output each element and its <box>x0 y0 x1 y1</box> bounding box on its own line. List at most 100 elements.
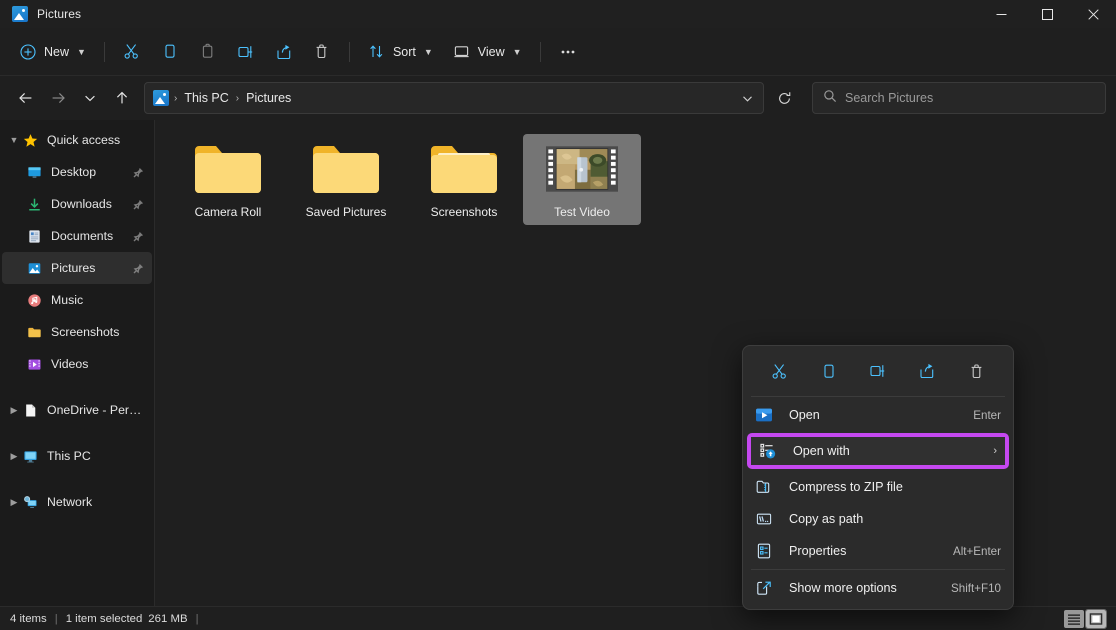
new-button[interactable]: New ▼ <box>10 36 95 68</box>
file-item-label: Saved Pictures <box>305 205 387 219</box>
rename-icon <box>237 43 255 61</box>
copy-path-icon <box>755 510 773 528</box>
sidebar-item-onedrive[interactable]: ▶ OneDrive - Personal <box>2 394 152 426</box>
desktop-icon <box>26 164 43 181</box>
chevron-down-icon[interactable]: ▼ <box>6 132 22 148</box>
sidebar-item-label: Documents <box>51 229 114 243</box>
context-share-button[interactable] <box>910 356 944 386</box>
delete-button[interactable] <box>304 36 340 68</box>
context-cut-button[interactable] <box>763 356 797 386</box>
share-button[interactable] <box>266 36 302 68</box>
sidebar-item-music[interactable]: Music <box>2 284 152 316</box>
context-menu-item-show-more-options[interactable]: Show more options Shift+F10 <box>747 572 1009 604</box>
sidebar-item-screenshots[interactable]: Screenshots <box>2 316 152 348</box>
context-delete-button[interactable] <box>959 356 993 386</box>
sidebar-item-pictures[interactable]: Pictures <box>2 252 152 284</box>
paste-button[interactable] <box>190 36 226 68</box>
toolbar-divider-3 <box>539 41 541 62</box>
back-button[interactable] <box>10 82 42 114</box>
download-icon <box>26 196 43 213</box>
sidebar-item-documents[interactable]: Documents <box>2 220 152 252</box>
sort-icon <box>368 43 386 61</box>
recent-locations-button[interactable] <box>74 82 106 114</box>
sidebar-item-label: Music <box>51 293 84 307</box>
chevron-right-icon[interactable]: ▶ <box>6 402 22 418</box>
context-menu-item-copy-as-path[interactable]: Copy as path <box>747 503 1009 535</box>
context-menu-item-accel: Shift+F10 <box>951 581 1001 595</box>
sidebar-item-this-pc[interactable]: ▶ This PC <box>2 440 152 472</box>
pin-icon[interactable] <box>132 166 144 178</box>
breadcrumb-pictures[interactable]: Pictures <box>240 87 297 109</box>
context-menu-item-open-with[interactable]: Open with › <box>747 433 1009 469</box>
large-icons-view-toggle[interactable] <box>1085 608 1107 629</box>
context-menu-item-properties[interactable]: Properties Alt+Enter <box>747 535 1009 567</box>
sidebar-item-network[interactable]: ▶ Network <box>2 486 152 518</box>
chevron-right-icon[interactable]: ▶ <box>6 494 22 510</box>
refresh-button[interactable] <box>768 82 800 114</box>
chevron-down-icon: ▼ <box>512 46 522 57</box>
copy-button[interactable] <box>152 36 188 68</box>
breadcrumb-this-pc[interactable]: This PC <box>178 87 234 109</box>
maximize-button[interactable] <box>1024 0 1070 28</box>
up-button[interactable] <box>106 82 138 114</box>
pin-icon[interactable] <box>132 262 144 274</box>
toolbar-divider-2 <box>348 41 350 62</box>
onedrive-icon <box>22 402 39 419</box>
chevron-right-icon[interactable]: ▶ <box>6 448 22 464</box>
folder-open-icon <box>428 140 500 198</box>
folder-icon <box>26 324 43 341</box>
address-bar-right <box>733 84 761 112</box>
zip-icon <box>755 478 773 496</box>
chevron-down-icon: ▼ <box>77 46 86 57</box>
context-menu-item-label: Properties <box>789 544 847 558</box>
close-button[interactable] <box>1070 0 1116 28</box>
video-thumbnail <box>546 140 618 198</box>
sort-button[interactable]: Sort ▼ <box>359 36 442 68</box>
context-menu-item-label: Open <box>789 408 820 422</box>
sidebar-item-downloads[interactable]: Downloads <box>2 188 152 220</box>
list-view-toggle[interactable] <box>1064 609 1084 628</box>
navigation-bar: › This PC › Pictures Search Pictures <box>0 76 1116 120</box>
file-item-camera-roll[interactable]: Camera Roll <box>169 134 287 225</box>
file-item-saved-pictures[interactable]: Saved Pictures <box>287 134 405 225</box>
file-item-screenshots[interactable]: Screenshots <box>405 134 523 225</box>
command-bar: New ▼ Sort ▼ View ▼ <box>0 28 1116 76</box>
context-menu-item-open-with-inner: Open with › <box>751 437 1005 465</box>
copy-icon <box>161 43 179 61</box>
pin-icon[interactable] <box>132 198 144 210</box>
file-item-label: Camera Roll <box>194 205 262 219</box>
context-menu-item-label: Open with <box>793 444 850 458</box>
pin-icon[interactable] <box>132 230 144 242</box>
minimize-button[interactable] <box>978 0 1024 28</box>
context-menu-item-compress-zip[interactable]: Compress to ZIP file <box>747 471 1009 503</box>
media-player-icon <box>755 406 773 424</box>
sidebar-item-desktop[interactable]: Desktop <box>2 156 152 188</box>
sidebar-group-quick-access[interactable]: ▼ Quick access <box>2 124 152 156</box>
see-more-button[interactable] <box>550 36 586 68</box>
address-dropdown-icon[interactable] <box>733 84 761 112</box>
view-button[interactable]: View ▼ <box>444 36 531 68</box>
breadcrumb-folder-icon <box>153 90 169 106</box>
forward-button[interactable] <box>42 82 74 114</box>
view-button-label: View <box>477 44 505 59</box>
cut-button[interactable] <box>114 36 150 68</box>
pictures-folder-icon <box>12 6 28 22</box>
address-bar[interactable]: › This PC › Pictures <box>144 82 764 114</box>
sidebar-item-videos[interactable]: Videos <box>2 348 152 380</box>
title-bar-left: Pictures <box>12 6 81 22</box>
search-box[interactable]: Search Pictures <box>812 82 1106 114</box>
status-item-count: 4 items <box>10 612 47 625</box>
context-menu-item-open[interactable]: Open Enter <box>747 399 1009 431</box>
context-copy-button[interactable] <box>812 356 846 386</box>
search-icon <box>823 89 837 108</box>
chevron-down-icon: ▼ <box>423 46 433 57</box>
context-rename-button[interactable] <box>861 356 895 386</box>
file-item-test-video[interactable]: Test Video <box>523 134 641 225</box>
rename-button[interactable] <box>228 36 264 68</box>
share-icon <box>275 43 293 61</box>
sidebar-item-label: Downloads <box>51 197 112 211</box>
cut-icon <box>123 43 141 61</box>
file-list-view[interactable]: Camera Roll Saved Pictures Screenshots T… <box>155 120 1116 610</box>
